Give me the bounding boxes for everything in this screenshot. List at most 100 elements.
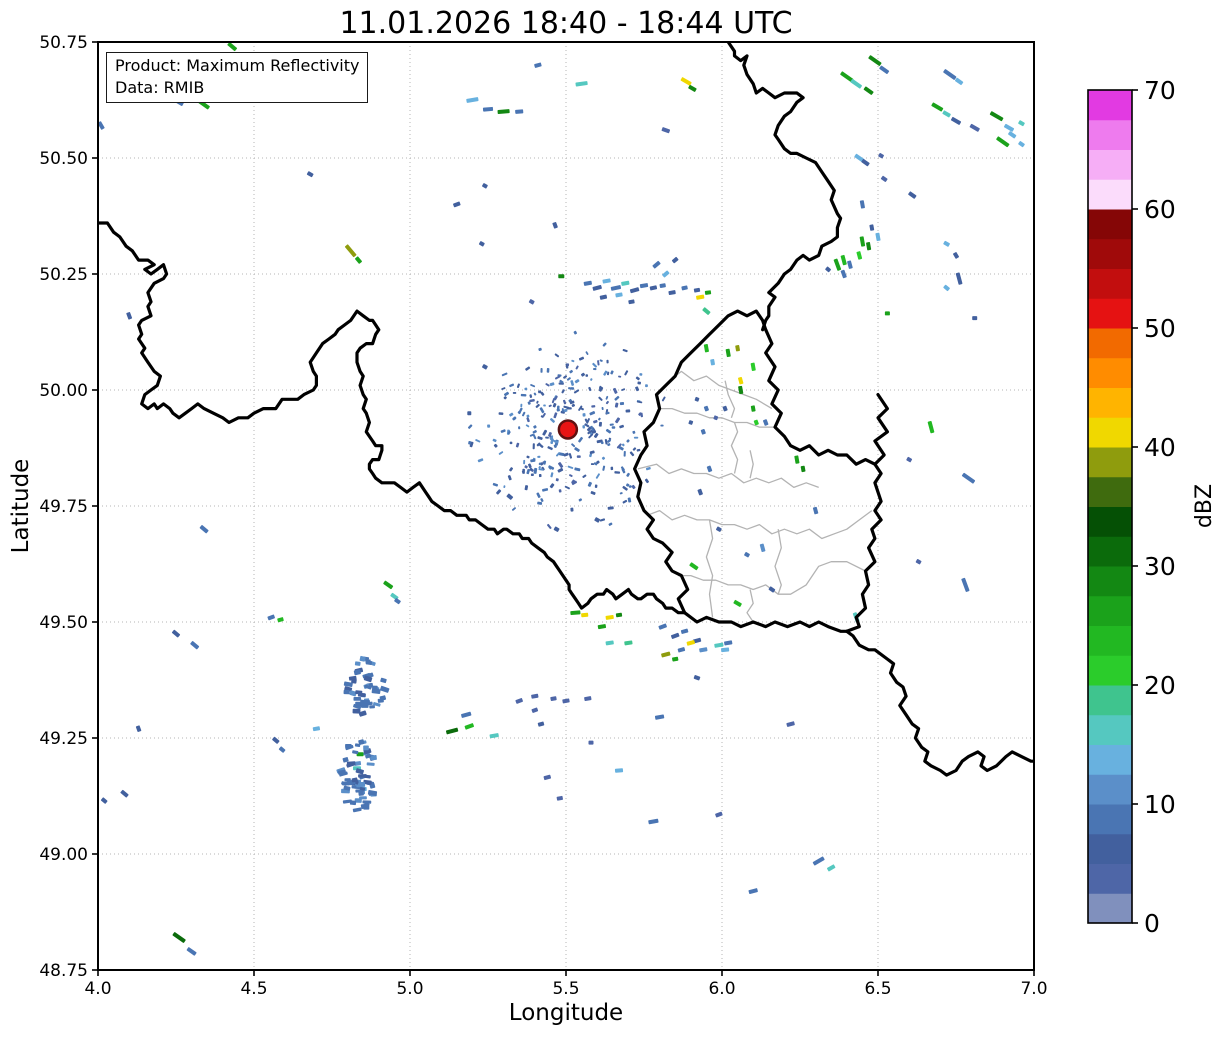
clutter-speck xyxy=(593,367,597,371)
colorbar-segment xyxy=(1088,209,1132,240)
echo-mark xyxy=(942,110,951,118)
clutter-speck xyxy=(529,399,535,403)
canton-border-path xyxy=(674,370,773,410)
clutter-speck xyxy=(570,387,575,390)
echo-mark xyxy=(659,283,666,288)
echo-mark xyxy=(584,696,592,702)
colorbar-segment xyxy=(1088,119,1132,150)
clutter-speck xyxy=(644,478,649,484)
colorbar-tick-label: 40 xyxy=(1144,433,1176,462)
echo-mark xyxy=(648,818,659,825)
clutter-speck xyxy=(608,522,613,526)
echo-mark xyxy=(445,727,459,735)
echo-mark xyxy=(661,651,671,658)
clutter-speck xyxy=(626,472,630,477)
echo-mark xyxy=(704,290,712,295)
echo-mark xyxy=(306,171,314,178)
echo-mark xyxy=(931,102,944,112)
echo-mark xyxy=(605,614,614,620)
clutter-speck xyxy=(574,467,581,472)
echo-mark xyxy=(120,789,129,798)
colorbar-segment xyxy=(1088,833,1132,864)
colorbar-segment xyxy=(1088,476,1132,507)
colorbar-segment xyxy=(1088,328,1132,359)
clutter-speck xyxy=(588,386,592,392)
clutter-speck xyxy=(615,417,621,424)
echo-mark xyxy=(722,405,728,412)
echo-mark xyxy=(592,284,602,291)
clutter-speck xyxy=(571,403,576,408)
clutter-speck xyxy=(571,359,575,363)
clutter-speck xyxy=(498,451,504,455)
clutter-speck xyxy=(552,402,557,408)
clutter-speck xyxy=(598,417,601,421)
colorbar-tick-label: 70 xyxy=(1144,76,1176,105)
colorbar-segment xyxy=(1088,506,1132,537)
clutter-speck xyxy=(543,404,546,407)
clutter-speck xyxy=(629,451,635,457)
colorbar-tick-label: 20 xyxy=(1144,671,1176,700)
clutter-speck xyxy=(611,426,616,429)
echo-cluster-mark xyxy=(358,791,364,796)
y-tick-label: 50.00 xyxy=(39,381,88,401)
clutter-speck xyxy=(509,412,514,417)
clutter-speck xyxy=(574,447,580,452)
map-canvas: 4.0 4.5 5.0 5.5 6.0 6.5 7.0 48.75 49.00 49.25 49.5… xyxy=(39,33,1176,999)
echo-mark xyxy=(649,285,658,291)
echo-mark xyxy=(943,240,950,247)
canton-border-path xyxy=(646,509,873,540)
echo-mark xyxy=(786,721,795,727)
clutter-speck xyxy=(598,386,604,392)
echo-mark xyxy=(733,599,742,607)
clutter-speck xyxy=(624,370,629,376)
x-tick-label: 5.5 xyxy=(552,979,579,999)
clutter-speck xyxy=(628,485,632,488)
echo-mark xyxy=(135,725,142,732)
clutter-speck xyxy=(535,403,540,408)
clutter-speck xyxy=(632,430,636,434)
clutter-speck xyxy=(509,467,514,472)
echo-cluster-mark xyxy=(366,762,375,766)
clutter-speck xyxy=(540,368,543,373)
clutter-speck xyxy=(516,383,520,389)
echo-mark xyxy=(859,236,866,247)
clutter-speck xyxy=(602,342,607,347)
echo-mark xyxy=(556,795,563,801)
clutter-speck xyxy=(550,472,554,478)
x-axis-label: Longitude xyxy=(508,1000,624,1026)
echo-mark xyxy=(710,359,715,366)
clutter-speck xyxy=(580,372,585,377)
echo-mark xyxy=(875,232,881,242)
echo-cluster-mark xyxy=(357,692,366,698)
colorbar-segment xyxy=(1088,595,1132,626)
colorbar-segment xyxy=(1088,744,1132,775)
clutter-speck xyxy=(619,492,623,495)
echo-mark xyxy=(972,316,978,321)
clutter-speck xyxy=(526,455,530,459)
clutter-speck xyxy=(537,455,541,458)
canton-border-path xyxy=(724,380,736,419)
echo-mark xyxy=(906,456,913,463)
echo-mark xyxy=(1008,131,1017,139)
clutter-speck xyxy=(525,424,530,428)
echo-mark xyxy=(703,344,709,353)
colorbar-segment xyxy=(1088,655,1132,686)
clutter-speck xyxy=(618,375,622,378)
echo-mark xyxy=(478,241,485,247)
echo-mark xyxy=(670,632,680,639)
echo-mark xyxy=(172,932,186,943)
echo-mark xyxy=(969,123,980,132)
clutter-speck xyxy=(545,436,549,439)
echo-mark xyxy=(355,256,362,264)
echo-mark xyxy=(482,364,488,370)
colorbar-tick-label: 0 xyxy=(1144,909,1160,938)
x-tick-label: 4.0 xyxy=(84,979,111,999)
clutter-speck xyxy=(538,473,542,478)
echo-mark xyxy=(833,258,842,271)
clutter-speck xyxy=(500,429,506,433)
colorbar-segment xyxy=(1088,685,1132,716)
clutter-speck xyxy=(504,391,509,397)
echo-mark xyxy=(703,405,709,412)
echo-mark xyxy=(383,580,394,590)
national-border-path xyxy=(632,309,768,615)
